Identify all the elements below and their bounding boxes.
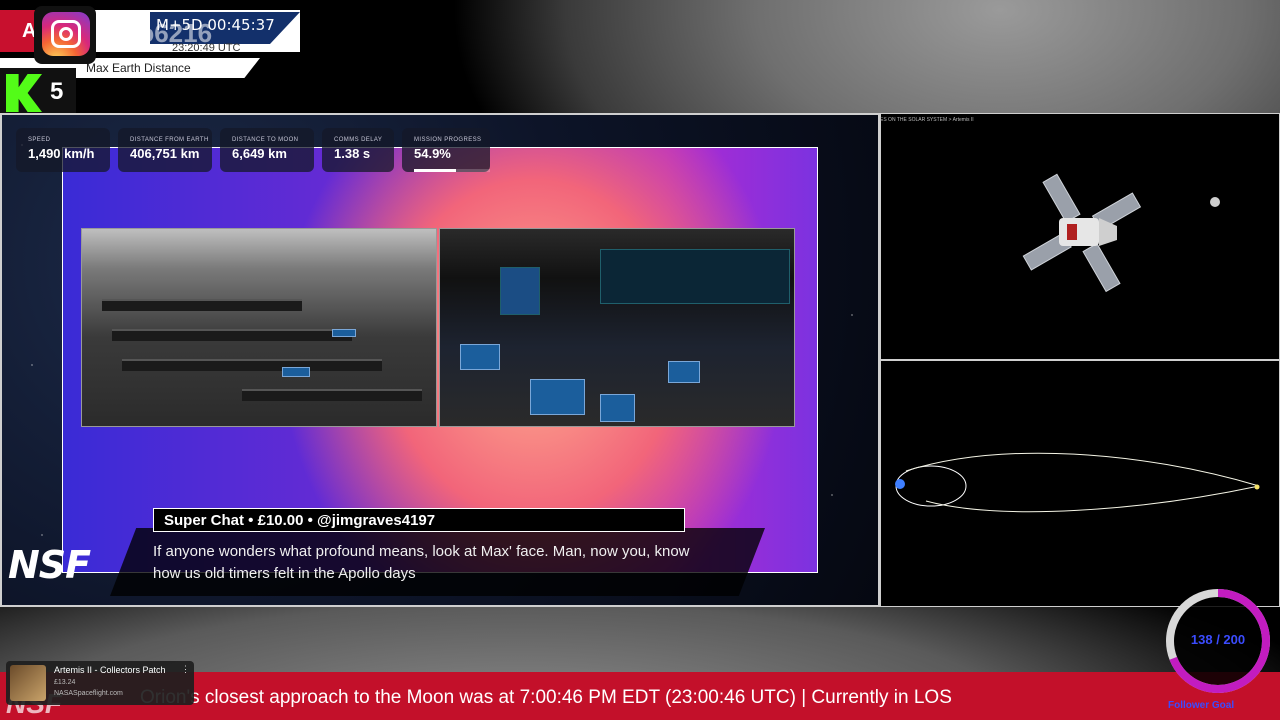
earth-icon <box>895 479 905 489</box>
earth-orbit-path <box>895 465 967 507</box>
stat-label: SPEED <box>28 137 51 143</box>
video-feed-right-control-room <box>439 228 795 427</box>
mission-progress-track <box>414 169 490 172</box>
super-chat-message: If anyone wonders what profound means, l… <box>153 543 690 582</box>
orion-spacecraft-icon <box>1022 173 1220 293</box>
subtitle-text: Max Earth Distance <box>86 61 191 75</box>
stat-label: DISTANCE TO MOON <box>232 137 299 143</box>
more-options-icon[interactable]: ⋮ <box>181 664 190 675</box>
trajectory-map-pane <box>880 360 1280 607</box>
free-return-trajectory <box>905 452 1260 513</box>
super-chat-header: Super Chat • £10.00 • @jimgraves4197 <box>153 508 685 532</box>
stat-label: MISSION PROGRESS <box>414 137 482 143</box>
video-feed-left-control-room <box>81 228 437 427</box>
stat-label: COMMS DELAY <box>334 137 383 143</box>
stat-value: 54.9% <box>414 146 451 161</box>
spacecraft-view-pane <box>880 113 1280 360</box>
stat-distance-earth: DISTANCE FROM EARTH 406,751 km <box>118 128 212 172</box>
merch-price: £13.24 <box>54 679 76 686</box>
watermark-handle: sbo6216 <box>108 18 213 48</box>
moon-marker-icon <box>1254 484 1260 490</box>
instagram-icon-lens <box>59 27 73 41</box>
pane-breadcrumb: ES ON THE SOLAR SYSTEM > Artemis II <box>880 117 974 123</box>
mission-progress-fill <box>414 169 456 172</box>
follower-goal-value: 138 / 200 <box>1190 632 1246 647</box>
telemetry-bar: SPEED 1,490 km/h DISTANCE FROM EARTH 406… <box>16 128 490 172</box>
stream-overlay: A M+5D 00:45:37 23:20:49 UTC Max Earth D… <box>0 0 1280 720</box>
stat-value: 406,751 km <box>130 146 200 161</box>
stat-comms-delay: COMMS DELAY 1.38 s <box>322 128 394 172</box>
nsf-logo: NSF <box>8 543 91 587</box>
stat-mission-progress: MISSION PROGRESS 54.9% <box>402 128 490 172</box>
merch-title[interactable]: Artemis II - Collectors Patch <box>54 665 166 675</box>
merch-thumbnail[interactable] <box>10 665 46 701</box>
stat-label: DISTANCE FROM EARTH <box>130 137 209 143</box>
stat-value: 1.38 s <box>334 146 371 161</box>
ticker-text: Orion's closest approach to the Moon was… <box>140 687 952 708</box>
stat-speed: SPEED 1,490 km/h <box>16 128 110 172</box>
merch-channel: NASASpaceflight.com <box>54 690 123 697</box>
stat-distance-moon: DISTANCE TO MOON 6,649 km <box>220 128 314 172</box>
stat-value: 1,490 km/h <box>28 146 95 161</box>
trajectory-map <box>895 452 1260 513</box>
stat-value: 6,649 km <box>232 146 287 161</box>
follower-goal-label: Follower Goal <box>1168 700 1235 711</box>
kick-count: 5 <box>50 78 64 105</box>
